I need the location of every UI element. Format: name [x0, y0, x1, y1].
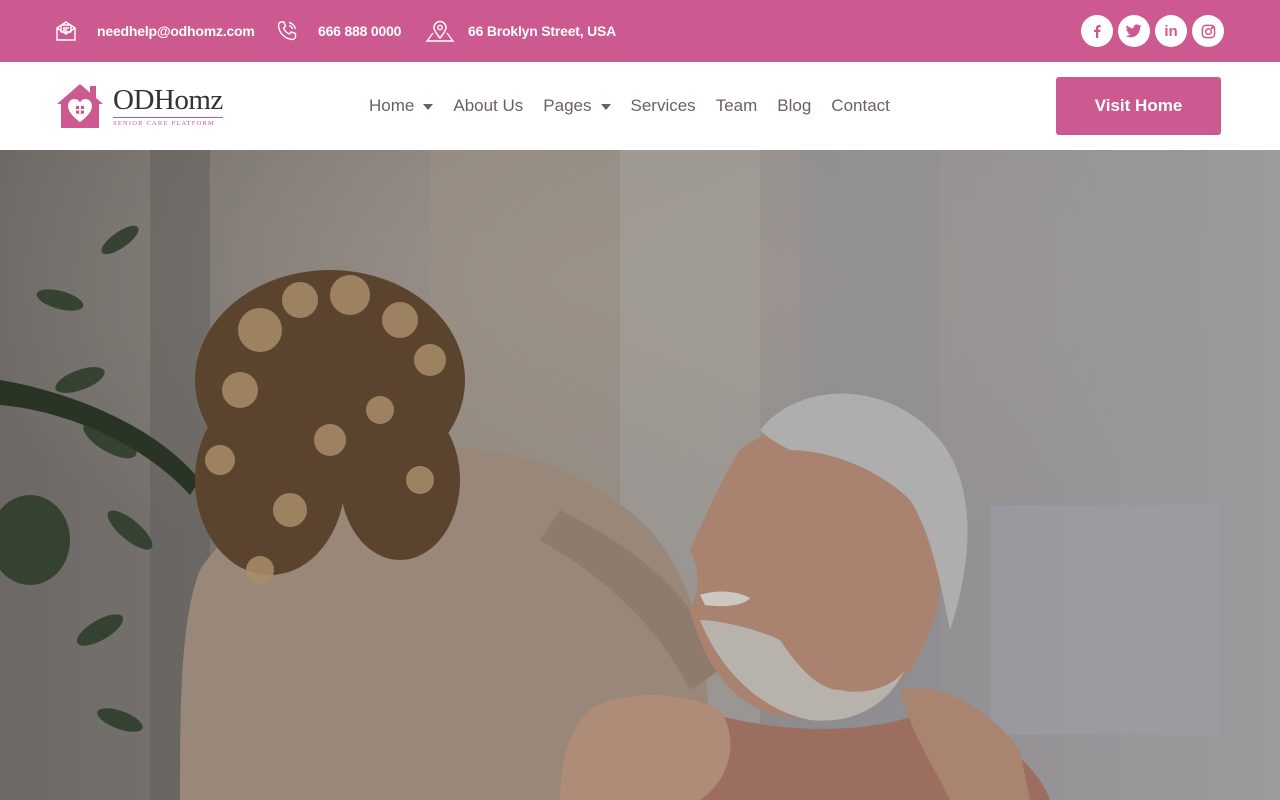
visit-home-button[interactable]: Visit Home — [1056, 77, 1221, 135]
top-contact-bar: needhelp@odhomz.com 666 888 0000 66 Brok… — [0, 0, 1280, 62]
email-text: needhelp@odhomz.com — [97, 23, 255, 39]
nav-item-about-us[interactable]: About Us — [453, 96, 523, 116]
house-heart-logo-icon — [57, 84, 103, 128]
contact-phone[interactable]: 666 888 0000 — [274, 0, 401, 62]
map-pin-icon — [424, 18, 456, 44]
nav-item-blog[interactable]: Blog — [777, 96, 811, 116]
phone-text: 666 888 0000 — [318, 23, 402, 39]
instagram-icon[interactable] — [1192, 15, 1224, 47]
linkedin-icon[interactable]: in — [1155, 15, 1187, 47]
nav-item-contact[interactable]: Contact — [831, 96, 890, 116]
twitter-icon[interactable] — [1118, 15, 1150, 47]
email-envelope-icon — [53, 18, 79, 44]
hero-dark-overlay — [0, 150, 1280, 800]
brand-name: ODHomz — [113, 84, 223, 116]
address-text: 66 Broklyn Street, USA — [468, 23, 617, 39]
phone-icon — [274, 18, 300, 44]
nav-item-pages[interactable]: Pages — [543, 96, 611, 116]
nav-label: Pages — [543, 96, 592, 115]
contact-address[interactable]: 66 Broklyn Street, USA — [424, 0, 616, 62]
nav-item-team[interactable]: Team — [716, 96, 758, 116]
nav-label: About Us — [453, 96, 524, 115]
nav-item-home[interactable]: Home — [369, 96, 434, 116]
site-logo[interactable]: ODHomz SENIOR CARE PLATFORM — [55, 82, 223, 130]
nav-label: Home — [369, 96, 415, 115]
chevron-down-icon — [423, 103, 434, 110]
contact-email[interactable]: needhelp@odhomz.com — [53, 0, 255, 62]
nav-label: Team — [715, 96, 758, 115]
main-header: ODHomz SENIOR CARE PLATFORM Home About U… — [0, 62, 1280, 150]
social-links: in — [1081, 15, 1224, 47]
hero-banner-image — [0, 150, 1280, 800]
facebook-icon[interactable] — [1081, 15, 1113, 47]
brand-tagline: SENIOR CARE PLATFORM — [113, 117, 223, 127]
main-nav: Home About Us Pages Services Team Blog C… — [369, 62, 910, 150]
chevron-down-icon — [600, 103, 611, 110]
nav-item-services[interactable]: Services — [631, 96, 696, 116]
nav-label: Blog — [777, 96, 812, 115]
nav-label: Services — [630, 96, 696, 115]
linkedin-glyph: in — [1164, 22, 1178, 40]
nav-label: Contact — [831, 96, 890, 115]
